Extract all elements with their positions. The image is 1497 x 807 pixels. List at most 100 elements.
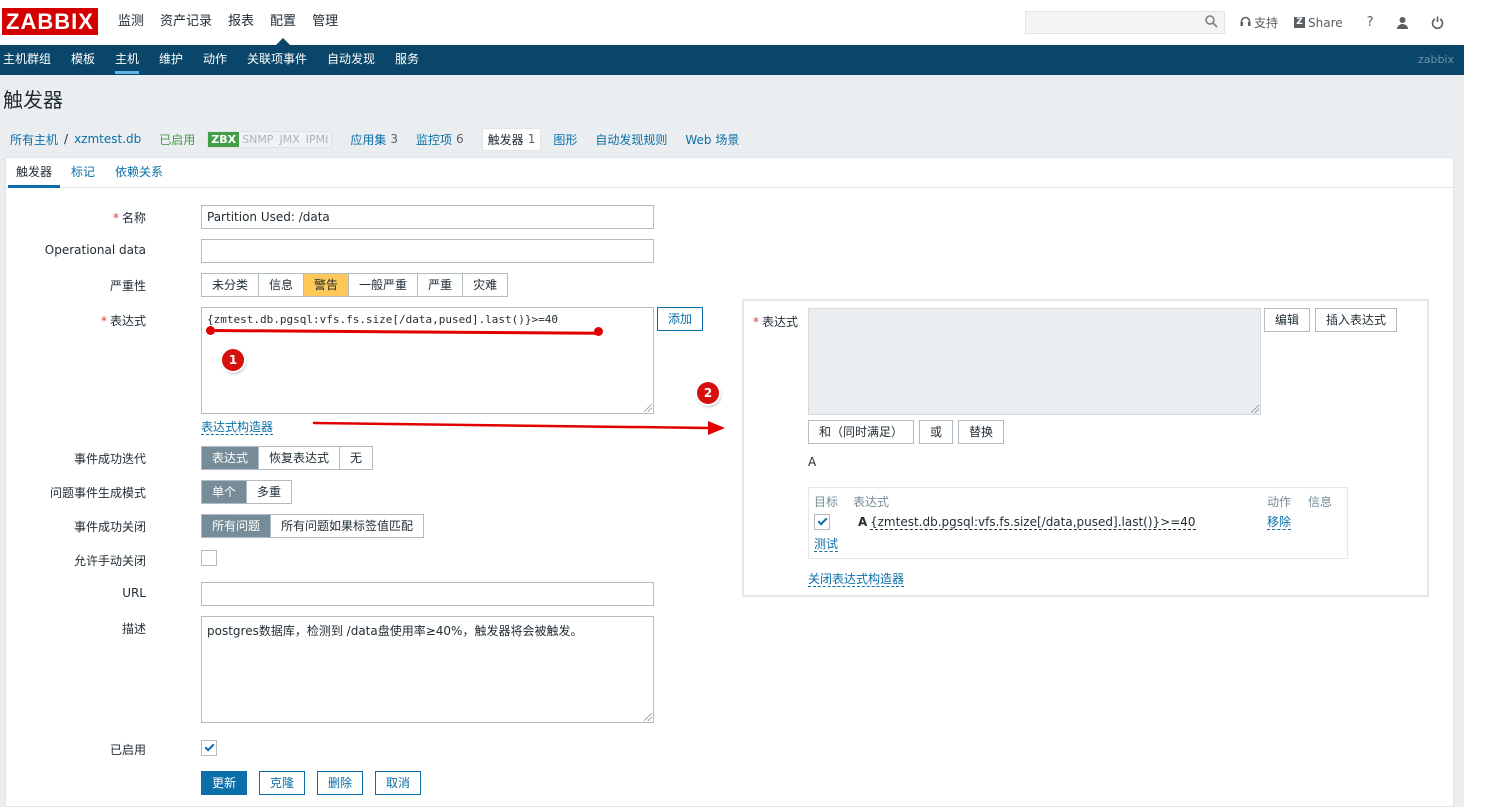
items-count: 6	[456, 132, 464, 146]
checkmark-icon	[817, 515, 828, 526]
update-button[interactable]: 更新	[201, 771, 248, 795]
breadcrumb-applications[interactable]: 应用集 3	[350, 131, 398, 148]
applications-count: 3	[390, 132, 399, 146]
subnav-discovery[interactable]: 自动发现	[327, 45, 375, 74]
search-input[interactable]	[1025, 11, 1225, 34]
help-icon[interactable]: ?	[1367, 15, 1374, 30]
severity-high[interactable]: 严重	[418, 274, 464, 296]
recovery-expression[interactable]: 表达式	[202, 447, 260, 469]
subnav-correlation[interactable]: 关联项事件	[247, 45, 307, 74]
manual-close-checkbox[interactable]	[201, 550, 217, 566]
subnav-hosts[interactable]: 主机	[115, 45, 140, 74]
enabled-label: 已启用	[109, 743, 146, 757]
expression-label-text: 表达式	[109, 314, 146, 328]
page-title: 触发器	[3, 88, 63, 112]
subnav-services[interactable]: 服务	[395, 45, 419, 74]
breadcrumb-items[interactable]: 监控项 6	[416, 131, 464, 148]
constructor-expression-textarea[interactable]	[808, 308, 1261, 415]
generation-single[interactable]: 单个	[202, 481, 248, 503]
cancel-button[interactable]: 取消	[375, 771, 422, 795]
discovery-label[interactable]: 自动发现规则	[595, 131, 667, 148]
web-label[interactable]: Web 场景	[685, 131, 739, 148]
close-all-problems[interactable]: 所有问题	[202, 515, 272, 537]
severity-warning[interactable]: 警告	[304, 274, 350, 296]
description-textarea[interactable]: postgres数据库，检测到 /data盘使用率≥40%，触发器将会被触发。	[201, 616, 654, 723]
remove-link[interactable]: 移除	[1267, 515, 1292, 530]
recovery-recovery-expression[interactable]: 恢复表达式	[259, 447, 341, 469]
delete-button[interactable]: 删除	[317, 771, 364, 795]
name-label-text: 名称	[121, 211, 146, 225]
host-status[interactable]: 已启用	[159, 131, 195, 148]
target-checkbox[interactable]	[814, 514, 830, 530]
opdata-input[interactable]	[201, 239, 654, 263]
menu-reports[interactable]: 报表	[220, 0, 262, 45]
recovery-none[interactable]: 无	[340, 447, 372, 469]
top-links: 支持 Z Share ?	[1240, 0, 1460, 45]
expression-letter: A	[858, 515, 868, 529]
add-expression-button[interactable]: 添加	[657, 307, 704, 331]
tab-trigger[interactable]: 触发器	[7, 158, 61, 188]
breadcrumb-triggers[interactable]: 触发器 1	[481, 127, 542, 151]
subnav-maintenance[interactable]: 维护	[159, 45, 183, 74]
clone-button[interactable]: 克隆	[259, 771, 306, 795]
annotation-dot	[206, 326, 215, 335]
edit-button[interactable]: 编辑	[1264, 308, 1311, 332]
severity-not-classified[interactable]: 未分类	[202, 274, 260, 296]
constructor-expression-label: * 表达式	[753, 313, 798, 330]
insert-expression-button[interactable]: 插入表达式	[1315, 308, 1398, 332]
power-icon[interactable]	[1431, 16, 1444, 29]
replace-button[interactable]: 替换	[958, 420, 1005, 444]
availability-badges: ZBX SNMP JMX IPMI	[207, 130, 333, 148]
resize-handle[interactable]	[644, 404, 652, 412]
expression-constructor-link[interactable]: 表达式构造器	[201, 420, 274, 435]
user-profile-icon[interactable]	[1396, 16, 1409, 29]
support-link[interactable]: 支持	[1240, 14, 1278, 31]
subnav-templates[interactable]: 模板	[71, 45, 95, 74]
menu-configuration[interactable]: 配置	[262, 0, 304, 45]
severity-average[interactable]: 一般严重	[349, 274, 419, 296]
close-tag-match[interactable]: 所有问题如果标签值匹配	[271, 515, 423, 537]
breadcrumb-discovery[interactable]: 自动发现规则	[595, 131, 667, 148]
ipmi-badge: IPMI	[302, 131, 332, 147]
name-input[interactable]: Partition Used: /data	[201, 205, 654, 229]
menu-inventory[interactable]: 资产记录	[152, 0, 220, 45]
items-label[interactable]: 监控项	[416, 131, 452, 148]
expression-row-value[interactable]: {zmtest.db.pgsql:vfs.fs.size[/data,pused…	[870, 515, 1196, 530]
severity-disaster[interactable]: 灾难	[463, 274, 507, 296]
url-input[interactable]	[201, 582, 654, 606]
graphs-label[interactable]: 图形	[553, 131, 577, 148]
severity-information[interactable]: 信息	[259, 274, 305, 296]
opdata-label: Operational data	[44, 243, 146, 257]
applications-label[interactable]: 应用集	[350, 131, 386, 148]
or-button[interactable]: 或	[919, 420, 954, 444]
test-link[interactable]: 测试	[814, 537, 839, 552]
breadcrumb-web[interactable]: Web 场景	[685, 131, 739, 148]
subnav-actions[interactable]: 动作	[203, 45, 227, 74]
constructor-label-text: 表达式	[762, 315, 799, 329]
generation-multiple[interactable]: 多重	[247, 481, 291, 503]
breadcrumb-graphs[interactable]: 图形	[553, 131, 577, 148]
ok-close-selector: 所有问题 所有问题如果标签值匹配	[201, 514, 425, 538]
close-constructor-link[interactable]: 关闭表达式构造器	[808, 572, 905, 587]
col-info: 信息	[1308, 495, 1333, 509]
enabled-checkbox[interactable]	[201, 740, 217, 756]
resize-handle[interactable]	[1251, 405, 1259, 413]
subnav-host-groups[interactable]: 主机群组	[3, 45, 51, 74]
share-link[interactable]: Z Share	[1294, 16, 1343, 30]
tab-tags[interactable]: 标记	[71, 158, 95, 187]
resize-handle[interactable]	[644, 713, 652, 721]
manual-close-label: 允许手动关闭	[73, 554, 146, 568]
menu-administration[interactable]: 管理	[304, 0, 346, 45]
main-menu: 监测 资产记录 报表 配置 管理	[110, 0, 346, 45]
and-button[interactable]: 和（同时满足）	[808, 420, 915, 444]
search-icon[interactable]	[1205, 15, 1218, 32]
zabbix-logo[interactable]: ZABBIX	[2, 8, 98, 35]
tab-dependencies[interactable]: 依赖关系	[115, 158, 163, 187]
jmx-badge: JMX	[276, 131, 303, 147]
expression-textarea[interactable]: {zmtest.db.pgsql:vfs.fs.size[/data,pused…	[201, 307, 654, 414]
breadcrumb-host[interactable]: xzmtest.db	[74, 132, 141, 146]
breadcrumb-all-hosts[interactable]: 所有主机	[10, 131, 58, 148]
trigger-form-panel: 触发器 标记 依赖关系 * 名称 Partition Used: /data Op…	[5, 157, 1454, 807]
menu-monitoring[interactable]: 监测	[110, 0, 152, 45]
annotation-arrow	[312, 421, 725, 435]
